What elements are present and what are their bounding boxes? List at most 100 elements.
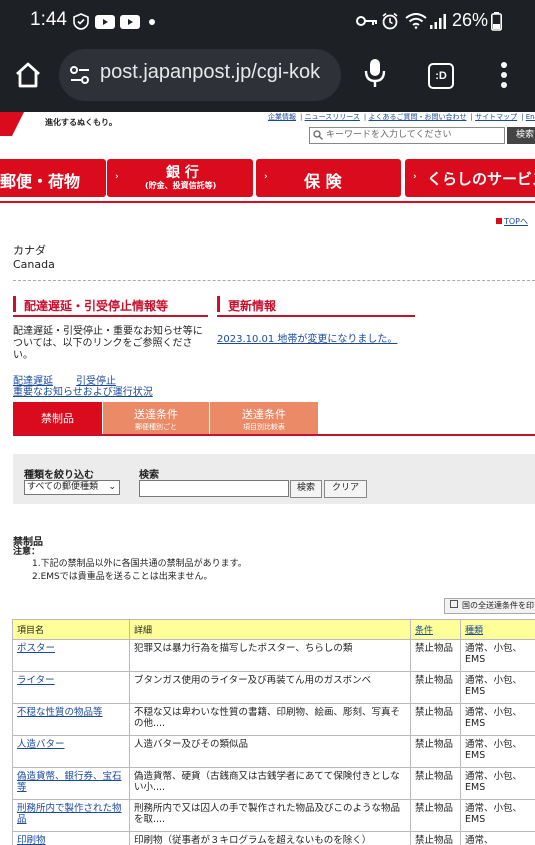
- top-link-sitemap[interactable]: サイトマップ: [475, 113, 517, 121]
- url-text[interactable]: post.japanpost.jp/cgi-kok: [100, 61, 320, 84]
- top-links: 企業情報 | ニュースリリース | よくあるご質問・お問い合わせ | サイトマップ | …: [268, 112, 535, 122]
- delay-heading-text: 配達遅延・引受停止情報等: [24, 299, 169, 313]
- type-select-value: すべての郵便種類: [27, 482, 99, 492]
- home-icon[interactable]: [13, 60, 43, 90]
- key-icon: [356, 16, 377, 26]
- print-icon: [450, 600, 458, 608]
- site-settings-icon[interactable]: [68, 63, 92, 87]
- alarm-icon: [382, 12, 398, 30]
- site-search-button[interactable]: 検索: [507, 127, 535, 144]
- item-link[interactable]: ポスター: [17, 643, 55, 654]
- item-condition: 禁止物品: [410, 767, 461, 800]
- web-page: 進化するぬくもり。 企業情報 | ニュースリリース | よくあるご質問・お問い合わせ…: [0, 112, 535, 845]
- item-name-cell: 印刷物: [12, 831, 130, 845]
- item-condition: 禁止物品: [410, 671, 461, 704]
- shield-icon: [73, 13, 89, 30]
- wifi-icon: [405, 13, 427, 29]
- col-condition-sort-link[interactable]: 条件: [415, 626, 433, 636]
- tab-conditions-by-type[interactable]: 送達条件 郵便種別ごと: [103, 402, 209, 434]
- japan-post-logo: [0, 112, 24, 136]
- country-en: Canada: [13, 258, 55, 271]
- table-row: ライター ブタンガス使用のライター及び再装てん用のガスボンベ 禁止物品 通常、小…: [12, 671, 535, 704]
- col-condition[interactable]: 条件: [410, 619, 461, 640]
- microphone-icon[interactable]: [364, 57, 386, 89]
- print-all-conditions-button[interactable]: 国の全送達条件を印: [444, 598, 535, 614]
- item-link[interactable]: 印刷物: [17, 835, 46, 845]
- item-type: 通常、小包、EMS: [460, 671, 535, 704]
- item-link[interactable]: 刑務所内で製作された物品: [17, 803, 122, 825]
- col-name: 項目名: [12, 619, 130, 640]
- tab-prohibited[interactable]: 禁制品: [13, 402, 102, 434]
- tab-switcher-button[interactable]: :D: [428, 63, 454, 89]
- status-time: 1:44: [30, 9, 67, 30]
- item-detail: 犯罪又は暴力行為を描写したポスター、ちらしの類: [129, 639, 411, 672]
- item-link[interactable]: 偽造貨幣、銀行券、宝石等: [17, 771, 122, 793]
- nav-insurance[interactable]: › 保 険: [256, 159, 401, 197]
- type-filter-label: 種類を絞り込む: [24, 470, 94, 481]
- tab-comparison-sub: 項目別比較表: [243, 423, 285, 431]
- filter-clear-button[interactable]: クリア: [324, 480, 367, 498]
- country-name: カナダ Canada: [13, 244, 55, 272]
- top-link-news[interactable]: ニュースリリース: [305, 113, 360, 121]
- more-menu-icon[interactable]: [500, 60, 508, 90]
- nav-mail-label: 郵便・荷物: [0, 172, 81, 191]
- item-condition: 禁止物品: [410, 639, 461, 672]
- table-row: 偽造貨幣、銀行券、宝石等 偽造貨幣、硬貨（古銭商又は古銭学者にあてて保険付きとし…: [12, 767, 535, 800]
- updates-underline: [217, 315, 415, 317]
- prohibited-items-table: 項目名 詳細 条件 種類 ポスター 犯罪又は暴力行為を描写したポスター、ちらしの…: [12, 619, 535, 845]
- col-detail: 詳細: [129, 619, 411, 640]
- nav-arrow-icon: ›: [264, 172, 268, 182]
- item-detail: 不穏な又は卑わいな性質の書籍、印刷物、絵画、彫刻、写真その他....: [129, 703, 411, 736]
- search-placeholder: キーワードを入力してください: [326, 130, 452, 140]
- dashed-divider: [13, 280, 535, 281]
- item-condition: 禁止物品: [410, 703, 461, 736]
- top-link-company[interactable]: 企業情報: [268, 113, 296, 121]
- item-detail: 刑務所内で又は囚人の手で製作された物品及びこのような物品を取....: [129, 799, 411, 832]
- slogan: 進化するぬくもり。: [45, 118, 117, 127]
- status-bar: 1:44 26%: [0, 0, 535, 42]
- keyword-label: 検索: [139, 470, 159, 481]
- nav-bank-label: 銀 行: [166, 165, 199, 181]
- nav-life-services[interactable]: › くらしのサービス: [405, 159, 535, 197]
- table-row: 不穏な性質の物品等 不穏な又は卑わいな性質の書籍、印刷物、絵画、彫刻、写真その他…: [12, 703, 535, 736]
- update-item-link[interactable]: 2023.10.01 地帯が変更になりました。: [217, 330, 397, 345]
- updates-heading-text: 更新情報: [228, 299, 277, 313]
- nav-bank[interactable]: › 銀 行 (貯金、投資信託等): [107, 159, 253, 197]
- arrow-square-icon: [496, 218, 502, 224]
- nav-arrow-icon: ›: [413, 172, 417, 182]
- item-detail: 印刷物（従事者が３キログラムを超えないものを除く）: [129, 831, 411, 845]
- table-row: ポスター 犯罪又は暴力行為を描写したポスター、ちらしの類 禁止物品 通常、小包、…: [12, 639, 535, 672]
- table-header-row: 項目名 詳細 条件 種類: [12, 619, 535, 640]
- tab-conditions-comparison[interactable]: 送達条件 項目別比較表: [210, 402, 318, 434]
- item-detail: ブタンガス使用のライター及び再装てん用のガスボンベ: [129, 671, 411, 704]
- filter-search-button[interactable]: 検索: [290, 480, 322, 498]
- back-to-top-label[interactable]: TOPへ: [504, 217, 528, 226]
- youtube-icon-2: [120, 15, 140, 29]
- address-bar[interactable]: post.japanpost.jp/cgi-kok: [59, 49, 341, 101]
- item-type: 通常、小包、EMS: [460, 639, 535, 672]
- nav-mail-parcel[interactable]: 郵便・荷物: [0, 159, 106, 197]
- browser-toolbar: post.japanpost.jp/cgi-kok :D: [0, 42, 535, 112]
- nav-insurance-label: 保 険: [304, 172, 342, 191]
- top-link-english[interactable]: Eng: [526, 113, 535, 121]
- item-link[interactable]: 不穏な性質の物品等: [17, 707, 103, 718]
- signal-icon: [430, 14, 446, 29]
- item-link[interactable]: 人造バター: [17, 739, 65, 750]
- item-detail: 人造バター及びその類似品: [129, 735, 411, 768]
- important-notice-link[interactable]: 重要なお知らせおよび運行状況: [13, 383, 153, 398]
- print-label: 国の全送達条件を印: [462, 601, 534, 610]
- item-type: 通常、小包、EMS: [460, 799, 535, 832]
- item-name-cell: ライター: [12, 671, 130, 704]
- top-link-faq[interactable]: よくあるご質問・お問い合わせ: [369, 113, 467, 121]
- type-select[interactable]: すべての郵便種類 ⌄: [24, 480, 120, 495]
- table-row: 印刷物 印刷物（従事者が３キログラムを超えないものを除く） 禁止物品 通常、: [12, 831, 535, 845]
- keyword-input[interactable]: [139, 480, 289, 497]
- item-link[interactable]: ライター: [17, 675, 55, 686]
- chevron-down-icon: ⌄: [108, 482, 116, 492]
- item-name-cell: 人造バター: [12, 735, 130, 768]
- col-type[interactable]: 種類: [460, 619, 535, 640]
- col-type-sort-link[interactable]: 種類: [465, 626, 483, 636]
- back-to-top-link[interactable]: TOPへ: [496, 216, 528, 227]
- table-row: 刑務所内で製作された物品 刑務所内で又は囚人の手で製作された物品及びこのような物…: [12, 799, 535, 832]
- site-search-input[interactable]: キーワードを入力してください: [309, 127, 505, 144]
